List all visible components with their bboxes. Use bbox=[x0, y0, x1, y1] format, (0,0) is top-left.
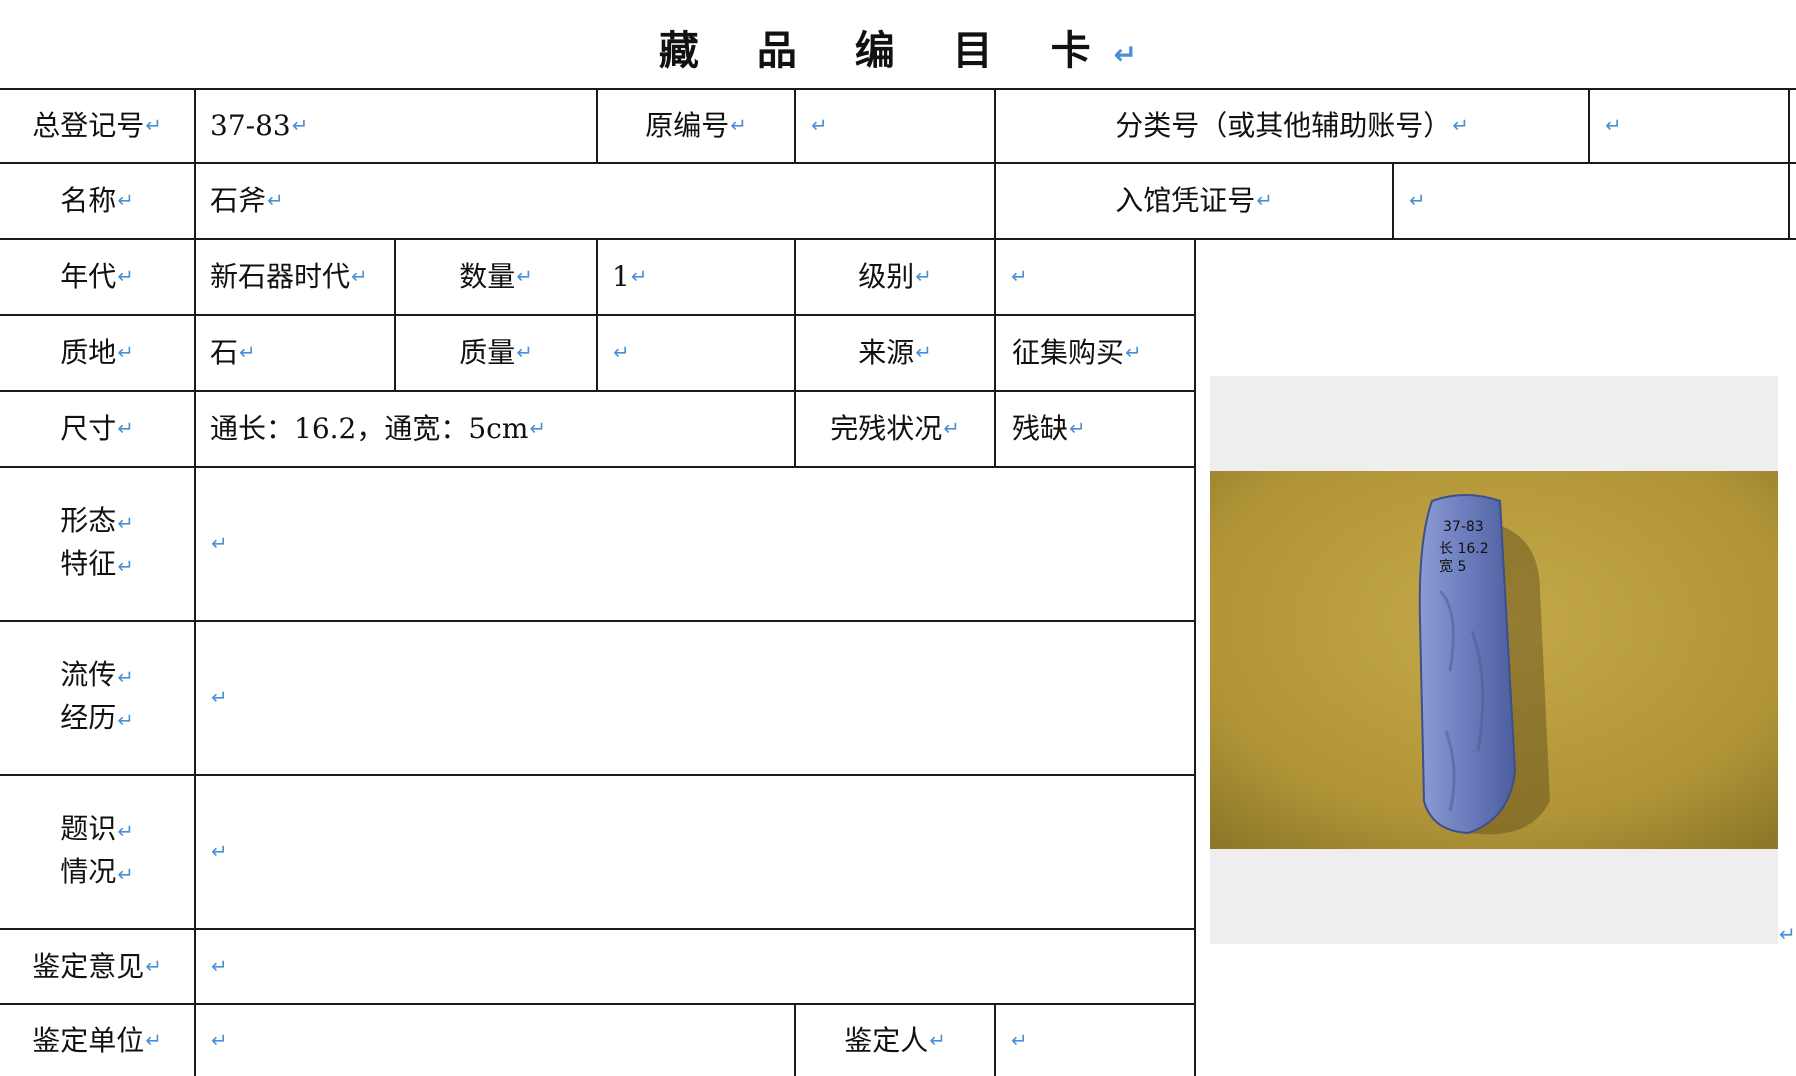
class-no-label: 分类号（或其他辅助账号） ↵ bbox=[1115, 109, 1469, 142]
class-no-value: ↵ bbox=[1605, 114, 1622, 137]
source-value: 征集购买 ↵ bbox=[1012, 336, 1142, 369]
appraiser-value: ↵ bbox=[1011, 1028, 1028, 1052]
quantity-label: 数量 ↵ bbox=[459, 260, 533, 293]
grid-line bbox=[1194, 238, 1196, 1076]
reg-no-label: 总登记号 ↵ bbox=[32, 109, 162, 142]
voucher-label: 入馆凭证号 ↵ bbox=[1115, 184, 1273, 217]
unit-label: 鉴定单位 ↵ bbox=[32, 1023, 162, 1057]
handwriting-width: 宽 5 bbox=[1439, 558, 1466, 575]
inscription-label: 题识↵ 情况↵ bbox=[60, 812, 134, 888]
handwriting-reg-no: 37-83 bbox=[1443, 519, 1484, 535]
form-label: 形态↵ 特征↵ bbox=[60, 504, 134, 580]
opinion-value: ↵ bbox=[211, 954, 228, 978]
size-value: 通长：16.2，通宽：5cm ↵ bbox=[210, 412, 546, 445]
source-label: 来源 ↵ bbox=[858, 336, 932, 369]
form-value: ↵ bbox=[211, 532, 228, 555]
history-value: ↵ bbox=[211, 686, 228, 709]
condition-value: 残缺 ↵ bbox=[1012, 412, 1086, 445]
appraiser-label: 鉴定人 ↵ bbox=[844, 1023, 946, 1057]
handwriting-length: 长 16.2 bbox=[1439, 541, 1489, 557]
material-value: 石 ↵ bbox=[210, 336, 256, 369]
voucher-value: ↵ bbox=[1409, 189, 1426, 212]
condition-label: 完残状况 ↵ bbox=[830, 412, 960, 445]
unit-value: ↵ bbox=[211, 1028, 228, 1052]
weight-label: 质量 ↵ bbox=[459, 336, 533, 369]
inscription-value: ↵ bbox=[211, 840, 228, 863]
page-title: 藏 品 编 目 卡↵ bbox=[658, 27, 1138, 74]
reg-no-value: 37-83 ↵ bbox=[210, 109, 309, 142]
grid-line bbox=[1788, 88, 1790, 238]
era-value: 新石器时代 ↵ bbox=[210, 260, 368, 293]
history-label: 流传↵ 经历↵ bbox=[60, 658, 134, 734]
orig-no-value: ↵ bbox=[811, 114, 828, 137]
size-label: 尺寸 ↵ bbox=[60, 412, 134, 445]
weight-value: ↵ bbox=[613, 341, 630, 364]
era-label: 年代 ↵ bbox=[60, 260, 134, 293]
grade-value: ↵ bbox=[1011, 265, 1028, 288]
name-label: 名称 ↵ bbox=[60, 184, 134, 217]
opinion-label: 鉴定意见 ↵ bbox=[32, 949, 162, 983]
material-label: 质地 ↵ bbox=[60, 336, 134, 369]
name-value: 石斧 ↵ bbox=[210, 184, 284, 217]
artifact-photo: 37-83 长 16.2 宽 5 bbox=[1210, 471, 1778, 849]
grade-label: 级别 ↵ bbox=[858, 260, 932, 293]
orig-no-label: 原编号 ↵ bbox=[645, 109, 747, 142]
paragraph-mark: ↵ bbox=[1779, 922, 1796, 946]
quantity-value: 1 ↵ bbox=[612, 260, 648, 293]
